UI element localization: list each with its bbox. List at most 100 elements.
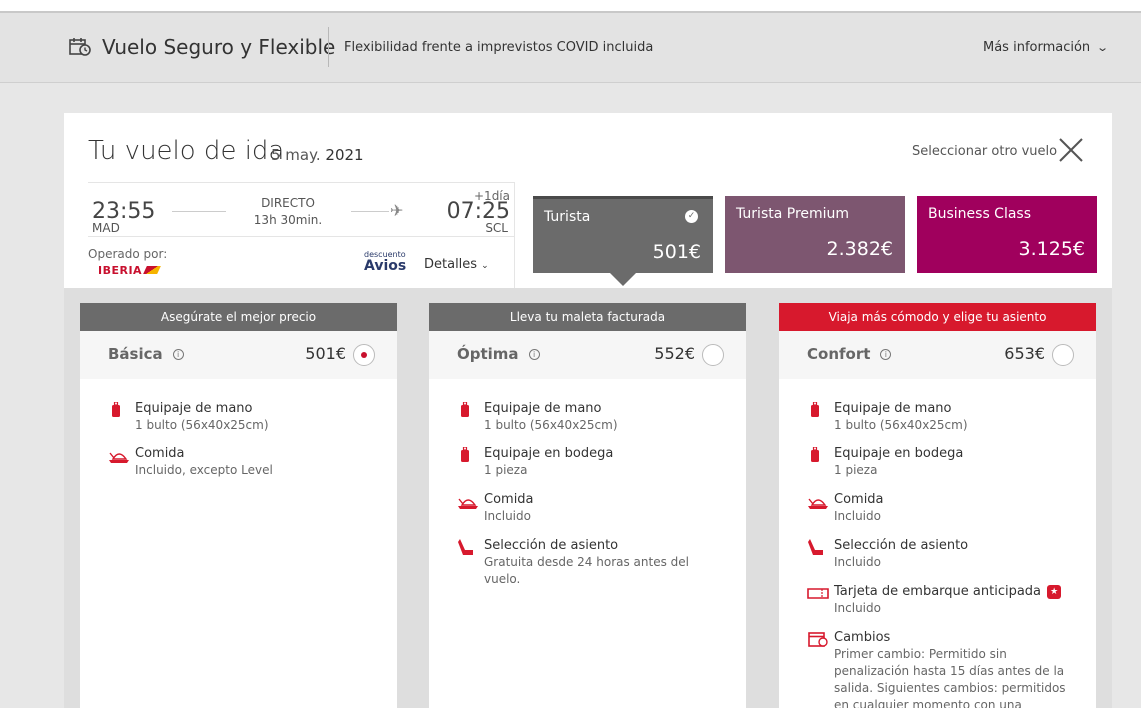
feature-changes: Cambios Primer cambio: Permitido sin pen… [807, 630, 1077, 708]
check-badge-icon: ✓ [685, 210, 698, 223]
fare-card-optima: Lleva tu maleta facturada Óptima i 552€ E… [429, 303, 746, 708]
feature-seat-selection: Selección de asiento Incluido [807, 538, 1077, 571]
cabin-name: Turista [544, 209, 591, 225]
details-label: Detalles [424, 257, 478, 272]
feature-description: 1 pieza [484, 463, 528, 477]
checked-luggage-icon [811, 447, 819, 462]
cabin-price: 3.125€ [1018, 238, 1085, 260]
operated-by-label: Operado por: [88, 247, 168, 261]
banner-divider [328, 27, 329, 67]
flexible-flight-banner: Vuelo Seguro y Flexible Flexibilidad fre… [0, 13, 1141, 83]
select-other-flight-link[interactable]: Seleccionar otro vuelo [912, 144, 1057, 159]
feature-title: Equipaje de mano [484, 401, 602, 416]
iberia-logo-mark [143, 266, 161, 274]
feature-early-boarding: Tarjeta de embarque anticipada ★ Incluid… [807, 584, 1077, 617]
cabin-tab-business-class[interactable]: Business Class 3.125€ [917, 196, 1097, 273]
feature-description: 1 bulto (56x40x25cm) [484, 418, 618, 432]
feature-title: Equipaje en bodega [834, 446, 964, 461]
meal-icon [458, 498, 478, 509]
info-icon[interactable]: i [528, 349, 540, 360]
feature-description: Incluido, excepto Level [135, 463, 273, 477]
fare-card-basica: Asegúrate el mejor precio Básica i 501€ E… [80, 303, 397, 708]
iberia-logo: IBERIA [98, 264, 161, 277]
feature-description: 1 bulto (56x40x25cm) [135, 418, 269, 432]
flight-type: DIRECTO [261, 196, 315, 210]
page-title: Tu vuelo de ida [88, 136, 285, 166]
feature-seat-selection: Selección de asiento Gratuita desde 24 h… [457, 538, 727, 588]
arrival-airport: SCL [485, 221, 508, 235]
fare-price: 501€ [305, 344, 346, 363]
flight-day: 5 may. [271, 146, 321, 164]
boarding-pass-icon [807, 588, 829, 599]
fare-options: Asegúrate el mejor precio Básica i 501€ E… [64, 288, 1112, 708]
fare-name-row: Básica i [108, 345, 184, 363]
avios-label: Avios [364, 258, 407, 274]
fare-band: Asegúrate el mejor precio [80, 303, 397, 331]
hand-luggage-icon [811, 402, 819, 417]
feature-title: Comida [484, 492, 534, 507]
feature-checked-luggage: Equipaje en bodega 1 pieza [457, 446, 727, 479]
feature-description: Primer cambio: Permitido sin penalizació… [834, 647, 1066, 708]
fare-name: Óptima [457, 345, 519, 363]
feature-description: Incluido [834, 509, 881, 523]
feature-title: Comida [135, 446, 185, 461]
close-icon[interactable] [1056, 135, 1086, 165]
fare-header: Confort i 653€ [779, 331, 1096, 379]
feature-meal: Comida Incluido [807, 492, 1077, 525]
calendar-icon [808, 632, 828, 647]
feature-title: Cambios [834, 630, 891, 645]
fare-name-row: Confort i [807, 345, 892, 363]
feature-description: Incluido [834, 601, 881, 615]
feature-title: Equipaje de mano [834, 401, 952, 416]
route-line [351, 211, 389, 212]
fare-radio-confort[interactable] [1052, 344, 1074, 366]
seat-icon [808, 539, 823, 555]
flight-year: 2021 [325, 146, 364, 164]
calendar-clock-icon [69, 38, 91, 56]
cabin-price: 2.382€ [826, 238, 893, 260]
fare-name-row: Óptima i [457, 345, 540, 363]
flight-summary: 23:55 MAD DIRECTO 13h 30min. ✈ +1día 07:… [88, 182, 514, 287]
cabin-name: Business Class [928, 206, 1032, 222]
airline-name: IBERIA [98, 264, 143, 277]
avios-discount-logo: descuento Avios [364, 250, 407, 274]
fare-header: Básica i 501€ [80, 331, 397, 379]
feature-title: Equipaje en bodega [484, 446, 614, 461]
flight-duration: 13h 30min. [253, 213, 323, 227]
route-line [172, 211, 226, 212]
airplane-icon: ✈ [390, 201, 404, 220]
feature-title: Tarjeta de embarque anticipada [834, 584, 1042, 599]
fare-price: 653€ [1004, 344, 1045, 363]
info-icon[interactable]: i [172, 349, 184, 360]
more-info-link[interactable]: Más información ⌄ [983, 40, 1109, 55]
fare-radio-optima[interactable] [702, 344, 724, 366]
cabin-tab-turista-premium[interactable]: Turista Premium 2.382€ [725, 196, 905, 273]
banner-title: Vuelo Seguro y Flexible [102, 35, 336, 59]
vertical-divider [514, 182, 515, 288]
feature-checked-luggage: Equipaje en bodega 1 pieza [807, 446, 1077, 479]
selected-indicator [610, 273, 636, 286]
details-button[interactable]: Detalles ⌄ [424, 257, 489, 272]
fare-band: Lleva tu maleta facturada [429, 303, 746, 331]
feature-hand-luggage: Equipaje de mano 1 bulto (56x40x25cm) [108, 401, 378, 434]
checked-luggage-icon [461, 447, 469, 462]
flight-date: 5 may. 2021 [271, 146, 364, 164]
feature-hand-luggage: Equipaje de mano 1 bulto (56x40x25cm) [807, 401, 1077, 434]
star-badge-icon: ★ [1047, 585, 1062, 599]
cabin-tab-turista[interactable]: Turista ✓ 501€ [533, 196, 713, 286]
fare-price: 552€ [654, 344, 695, 363]
feature-meal: Comida Incluido, excepto Level [108, 446, 378, 479]
chevron-down-icon: ⌄ [481, 261, 489, 271]
feature-description: Gratuita desde 24 horas antes del vuelo. [484, 555, 690, 586]
fare-radio-basica[interactable] [353, 344, 375, 366]
fare-card-confort: Viaja más cómodo y elige tu asiento Conf… [779, 303, 1096, 708]
banner-subtitle: Flexibilidad frente a imprevistos COVID … [344, 40, 654, 55]
feature-title: Selección de asiento [484, 538, 619, 553]
fare-header: Óptima i 552€ [429, 331, 746, 379]
departure-airport: MAD [92, 221, 120, 235]
feature-title: Comida [834, 492, 884, 507]
info-icon[interactable]: i [880, 349, 892, 360]
top-bar [0, 0, 1141, 13]
feature-title: Selección de asiento [834, 538, 969, 553]
feature-title: Equipaje de mano [135, 401, 253, 416]
